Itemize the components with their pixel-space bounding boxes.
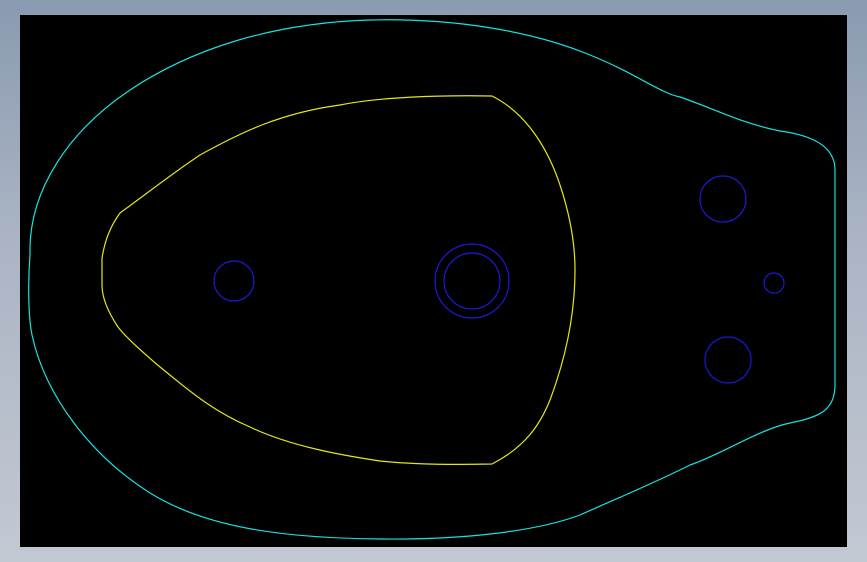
right-small-hole [763,272,785,294]
right-upper-hole [699,175,747,223]
inner-profile [101,95,576,465]
center-boss-outer [434,243,510,319]
left-hole [213,260,255,302]
center-boss-inner [443,252,501,310]
cad-viewport[interactable] [20,15,847,547]
right-lower-hole [704,336,752,384]
drawing-canvas [28,19,836,540]
outer-profile [28,19,836,540]
window-frame [0,0,867,562]
